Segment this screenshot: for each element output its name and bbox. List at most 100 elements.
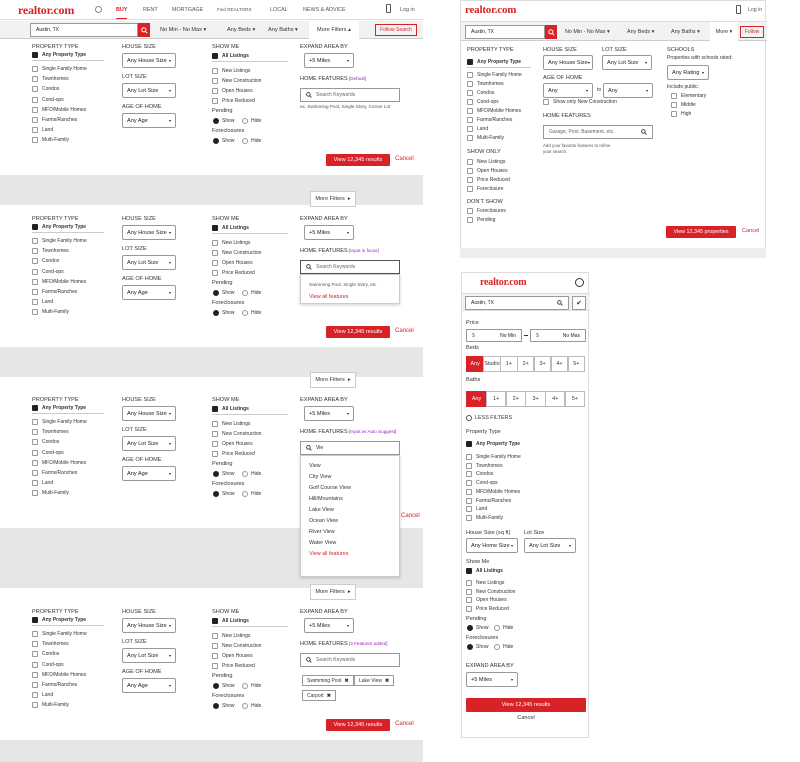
beds-option[interactable]: 1+ — [500, 356, 518, 372]
checkbox[interactable] — [32, 86, 38, 93]
view-results-button[interactable]: View 12,345 results — [326, 154, 390, 166]
lot-size-select[interactable]: Any Lot Size ▾ — [122, 436, 176, 451]
radio-selected[interactable] — [213, 683, 219, 689]
beds-filter[interactable]: Any Beds ▾ — [627, 29, 654, 35]
checkbox[interactable] — [467, 108, 473, 114]
property-type-4[interactable]: Cond-ops — [32, 95, 64, 105]
show-me-0[interactable]: All Listings — [212, 223, 249, 233]
checkbox[interactable] — [32, 480, 38, 487]
checkbox-checked[interactable] — [32, 617, 38, 623]
checkbox[interactable] — [466, 606, 472, 613]
property-type-0[interactable]: Any Property Type — [32, 222, 86, 232]
checkbox[interactable] — [32, 289, 38, 295]
radio[interactable] — [242, 118, 248, 124]
checkbox[interactable] — [467, 186, 473, 192]
realtor-logo[interactable]: realtor.com — [465, 4, 516, 16]
radio-selected[interactable] — [213, 118, 219, 124]
property-type-6[interactable]: Farms/Ranches — [32, 680, 77, 690]
house-size-select[interactable]: Any House Size ▾ — [543, 55, 593, 70]
location-input[interactable]: Austin, TX — [30, 23, 138, 37]
checkbox[interactable] — [32, 490, 38, 497]
lot-size-select[interactable]: Any Lot Size ▾ — [122, 83, 176, 98]
tab-mortgage[interactable]: MORTGAGE — [172, 7, 203, 13]
close-icon[interactable]: ✖ — [344, 678, 348, 684]
checkbox[interactable] — [467, 177, 473, 183]
baths-option[interactable]: 4+ — [545, 391, 566, 407]
property-type-3[interactable]: Condos — [32, 84, 59, 94]
follow-button[interactable]: Follow — [740, 26, 764, 38]
checkbox[interactable] — [212, 98, 218, 104]
checkbox[interactable] — [212, 68, 218, 74]
suggestion-item[interactable]: Golf Course View — [301, 482, 351, 493]
show-me-2[interactable]: New Construction — [212, 76, 261, 86]
pending-hide-radio[interactable]: Hide — [242, 471, 261, 477]
min-price-input[interactable]: $ No Min — [466, 329, 522, 342]
lot-size-select[interactable]: Any Lot Size ▾ — [524, 538, 576, 553]
checkbox[interactable] — [467, 159, 473, 165]
cancel-link[interactable]: Cancel — [395, 328, 414, 334]
checkbox[interactable] — [32, 470, 38, 476]
suggestion-item[interactable]: Water View — [301, 537, 336, 548]
checkbox[interactable] — [467, 117, 473, 123]
property-type-3[interactable]: Condos — [32, 649, 59, 659]
baths-option[interactable]: 5+ — [564, 391, 586, 407]
cancel-link[interactable]: Cancel — [395, 721, 414, 727]
foreclosures-hide-radio[interactable]: Hide — [242, 138, 261, 144]
baths-option[interactable]: 1+ — [486, 391, 507, 407]
checkbox-checked[interactable] — [32, 405, 38, 411]
checkbox[interactable] — [212, 250, 218, 256]
radio[interactable] — [242, 290, 248, 296]
pending-show-radio[interactable]: Show — [213, 290, 235, 296]
suggestion-item[interactable]: Lake View — [301, 504, 334, 515]
foreclosures-show-radio[interactable]: Show — [213, 491, 235, 497]
checkbox[interactable] — [32, 449, 38, 456]
pending-show-radio[interactable]: Show — [213, 683, 235, 689]
beds-option[interactable]: Any — [466, 356, 484, 372]
home-features-input[interactable]: Search Keywords — [300, 653, 400, 667]
property-type-5[interactable]: MFD/Mobile Homes — [32, 105, 86, 115]
checkbox-checked[interactable] — [467, 59, 473, 65]
beds-option[interactable]: 2+ — [516, 356, 535, 372]
checkbox[interactable] — [32, 268, 38, 275]
property-type-2[interactable]: Townhomes — [32, 246, 69, 256]
checkbox-checked[interactable] — [212, 225, 218, 231]
property-type-8[interactable]: Multi-Family — [32, 700, 69, 710]
property-type-4[interactable]: Cond-ops — [32, 660, 64, 670]
follow-search-button[interactable]: Follow Search — [375, 24, 417, 36]
show-me-1[interactable]: New Listings — [212, 419, 250, 429]
age-max-select[interactable]: Any ▾ — [603, 83, 653, 98]
property-type-4[interactable]: Cond-ops — [32, 448, 64, 458]
checkbox[interactable] — [466, 454, 472, 460]
checkbox[interactable] — [466, 514, 472, 521]
property-type-7[interactable]: Land — [32, 297, 53, 307]
radio[interactable] — [242, 471, 248, 477]
checkbox[interactable] — [467, 90, 473, 96]
age-of-home-select[interactable]: Any Age ▾ — [122, 678, 176, 693]
show-me-4[interactable]: Price Reduced — [212, 268, 255, 278]
expand-area-select[interactable]: +5 Miles ▾ — [466, 672, 518, 687]
lot-size-select[interactable]: Any Lot Size ▾ — [602, 55, 652, 70]
checkbox[interactable] — [32, 671, 38, 678]
foreclosures-hide-radio[interactable]: Hide — [494, 644, 513, 650]
phone-icon[interactable] — [386, 4, 391, 13]
foreclosures-hide-radio[interactable]: Hide — [242, 310, 261, 316]
checkbox[interactable] — [466, 462, 472, 469]
show-me-2[interactable]: New Construction — [212, 641, 261, 651]
location-input[interactable]: Austin, TX — [465, 296, 569, 310]
checkbox[interactable] — [32, 137, 38, 144]
checkbox[interactable] — [212, 421, 218, 427]
age-of-home-select[interactable]: Any Age ▾ — [122, 466, 176, 481]
checkbox[interactable] — [671, 102, 677, 108]
checkbox[interactable] — [212, 663, 218, 669]
checkbox[interactable] — [212, 78, 218, 84]
show-me-2[interactable]: New Construction — [212, 429, 261, 439]
checkbox[interactable] — [32, 96, 38, 103]
checkbox[interactable] — [466, 506, 472, 513]
tab-news-advice[interactable]: NEWS & ADVICE — [303, 7, 346, 13]
checkbox[interactable] — [466, 597, 472, 604]
pending-hide-radio[interactable]: Hide — [242, 118, 261, 124]
view-properties-button[interactable]: View 12,345 properties — [666, 226, 736, 238]
checkbox-checked[interactable] — [32, 52, 38, 58]
beds-filter[interactable]: Any Beds ▾ — [227, 27, 255, 33]
checkbox[interactable] — [32, 299, 38, 306]
